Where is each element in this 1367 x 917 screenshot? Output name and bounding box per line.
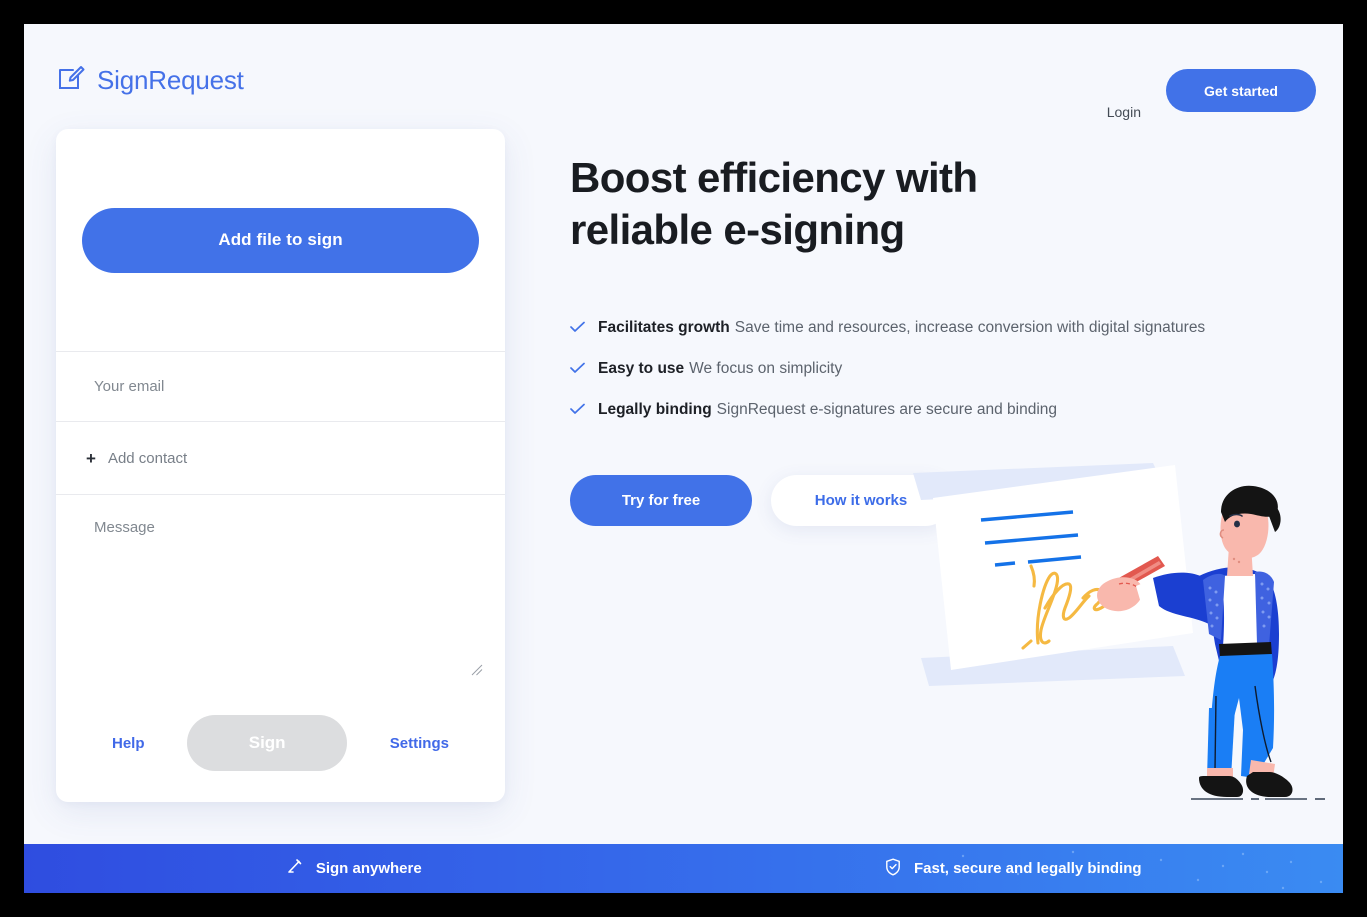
how-it-works-button[interactable]: How it works (771, 474, 951, 526)
check-icon (570, 401, 585, 421)
feature-desc: Save time and resources, increase conver… (734, 319, 1206, 337)
hero-section: Boost efficiency with reliable e-signing… (570, 152, 1330, 526)
feature-lead: Legally binding (598, 401, 712, 419)
screenshot-frame: SignRequest Login Get started Add file t… (0, 0, 1367, 917)
plus-icon: + (86, 448, 96, 468)
help-link[interactable]: Help (112, 735, 145, 752)
add-file-section: Add file to sign (56, 129, 505, 351)
bar-item-sign-anywhere: Sign anywhere (24, 858, 684, 879)
email-row (56, 352, 505, 421)
document-pen-icon (57, 63, 86, 97)
try-for-free-button[interactable]: Try for free (570, 474, 752, 526)
email-input[interactable] (94, 378, 424, 395)
feature-desc: SignRequest e-signatures are secure and … (716, 401, 1058, 419)
logo-text: SignRequest (97, 65, 244, 95)
cta-row: Try for free How it works (570, 474, 1330, 526)
signrequest-landing-page: SignRequest Login Get started Add file t… (24, 24, 1343, 893)
shield-check-icon (885, 857, 901, 880)
feature-lead: Facilitates growth (598, 319, 730, 337)
feature-list: Facilitates growth Save time and resource… (570, 318, 1330, 420)
get-started-button[interactable]: Get started (1166, 69, 1316, 112)
pen-icon (286, 858, 303, 879)
sign-request-form-card: Add file to sign + Add contact (56, 129, 505, 802)
message-area (56, 495, 505, 685)
message-input[interactable] (94, 517, 475, 647)
page-title: Boost efficiency with reliable e-signing (570, 154, 978, 254)
feature-desc: We focus on simplicity (689, 360, 843, 378)
add-file-to-sign-button[interactable]: Add file to sign (82, 207, 479, 273)
card-footer: Help Sign Settings (56, 684, 505, 802)
check-icon (570, 360, 585, 380)
bar-item-fast-secure: Fast, secure and legally binding (684, 857, 1344, 880)
bar-item-label: Sign anywhere (315, 860, 422, 877)
add-contact-label: Add contact (107, 449, 188, 467)
signrequest-logo[interactable]: SignRequest (57, 63, 244, 97)
sign-button[interactable]: Sign (187, 715, 348, 771)
list-item: Facilitates growth Save time and resource… (570, 318, 1330, 338)
feature-lead: Easy to use (598, 360, 685, 378)
login-link[interactable]: Login (1107, 104, 1141, 120)
bar-item-label: Fast, secure and legally binding (913, 860, 1142, 877)
add-contact-button[interactable]: + Add contact (56, 422, 505, 494)
list-item: Easy to use We focus on simplicity (570, 359, 1330, 379)
bottom-feature-bar: Sign anywhere Fast, secure and legally b… (24, 844, 1343, 893)
check-icon (570, 319, 585, 339)
settings-link[interactable]: Settings (390, 735, 449, 752)
list-item: Legally binding SignRequest e-signatures … (570, 400, 1330, 420)
resize-handle-icon[interactable] (471, 663, 483, 676)
